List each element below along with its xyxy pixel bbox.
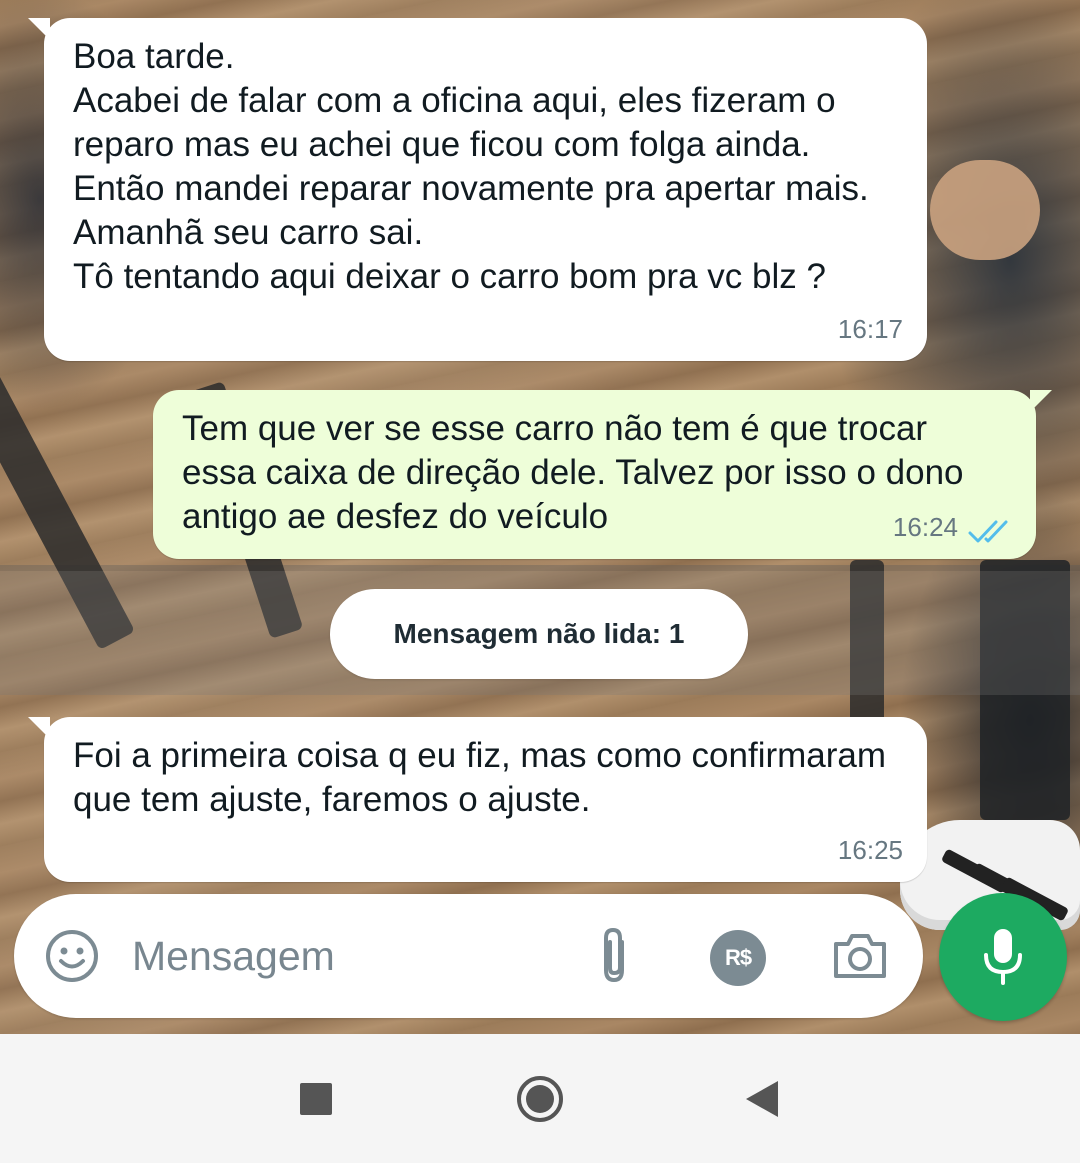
double-check-icon bbox=[968, 514, 1012, 543]
message-text: Foi a primeira coisa q eu fiz, mas como … bbox=[73, 736, 887, 819]
message-time: 16:24 bbox=[892, 512, 958, 542]
wallpaper-arm bbox=[930, 160, 1040, 260]
camera-icon[interactable] bbox=[830, 930, 890, 982]
message-composer: R$ bbox=[14, 894, 923, 1018]
circle-icon[interactable] bbox=[515, 1074, 565, 1124]
message-meta: 16:17 bbox=[838, 307, 903, 351]
system-navigation-bar bbox=[0, 1034, 1080, 1163]
outgoing-message[interactable]: Tem que ver se esse carro não tem é que … bbox=[153, 390, 1052, 559]
bubble-tail bbox=[1030, 390, 1052, 412]
incoming-message[interactable]: Foi a primeira coisa q eu fiz, mas como … bbox=[28, 717, 927, 882]
emoji-icon[interactable] bbox=[44, 928, 100, 984]
microphone-icon[interactable] bbox=[939, 893, 1067, 1021]
message-time: 16:25 bbox=[837, 835, 903, 865]
message-meta: 16:24 bbox=[893, 505, 1012, 549]
triangle-back-icon[interactable] bbox=[737, 1074, 787, 1124]
incoming-message[interactable]: Boa tarde. Acabei de falar com a oficina… bbox=[28, 18, 927, 361]
bubble-tail bbox=[28, 18, 50, 40]
message-text: Boa tarde. Acabei de falar com a oficina… bbox=[73, 37, 869, 296]
message-meta: 16:25 bbox=[838, 828, 903, 872]
message-text: Tem que ver se esse carro não tem é que … bbox=[182, 409, 964, 536]
unread-divider: Mensagem não lida: 1 bbox=[330, 589, 748, 679]
square-icon[interactable] bbox=[291, 1074, 341, 1124]
payment-button[interactable]: R$ bbox=[710, 930, 766, 986]
paperclip-icon[interactable] bbox=[594, 924, 638, 988]
message-input[interactable] bbox=[132, 924, 562, 988]
message-time: 16:17 bbox=[837, 314, 903, 344]
bubble-tail bbox=[28, 717, 50, 739]
